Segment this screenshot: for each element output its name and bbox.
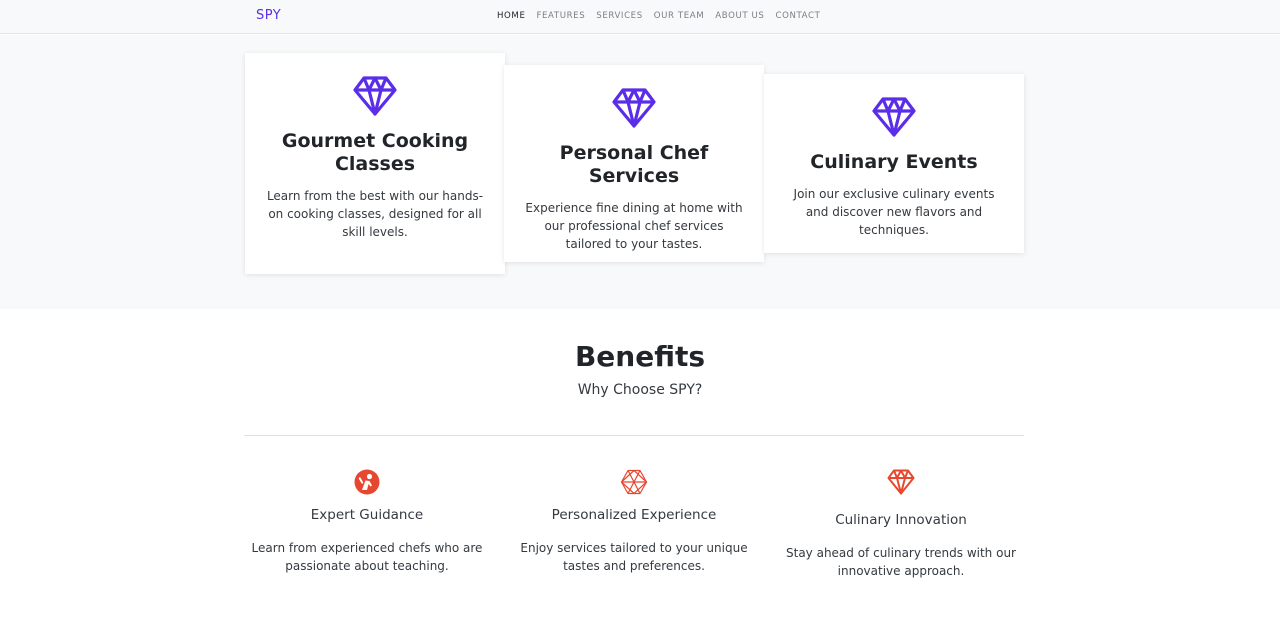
benefit-title: Culinary Innovation (835, 512, 967, 528)
diamond-icon (353, 76, 397, 116)
brand-logo[interactable]: SPY (256, 8, 281, 23)
service-description: Learn from the best with our hands-on co… (266, 189, 484, 239)
service-title: Culinary Events (810, 151, 978, 173)
service-description: Join our exclusive culinary events and d… (793, 187, 995, 237)
benefit-item: Culinary Innovation Stay ahead of culina… (771, 469, 1031, 580)
benefit-item: Expert Guidance Learn from experienced c… (237, 469, 497, 575)
divider (244, 435, 1024, 436)
diamond-icon (872, 97, 916, 137)
benefit-title: Expert Guidance (310, 507, 424, 523)
benefit-item: Personalized Experience Enjoy services t… (504, 469, 764, 575)
diamond-icon (887, 469, 915, 495)
nav-links: HOME FEATURES SERVICES OUR TEAM ABOUT US… (497, 11, 820, 21)
chef-icon (354, 469, 380, 495)
service-card: Culinary Events Join our exclusive culin… (764, 74, 1024, 253)
service-card: Personal Chef Services Experience fine d… (504, 65, 764, 262)
nav-link-home[interactable]: HOME (497, 11, 525, 21)
navbar: SPY HOME FEATURES SERVICES OUR TEAM ABOU… (0, 0, 1280, 34)
nav-link-contact[interactable]: CONTACT (776, 11, 821, 21)
nav-link-about-us[interactable]: ABOUT US (715, 11, 764, 21)
benefits-subtitle: Why Choose SPY? (577, 382, 703, 398)
geometric-icon (620, 469, 648, 495)
service-description: Experience fine dining at home with our … (525, 201, 743, 251)
diamond-icon (612, 88, 656, 128)
nav-link-services[interactable]: SERVICES (596, 11, 642, 21)
benefit-description: Stay ahead of culinary trends with our i… (786, 546, 1016, 578)
benefit-title: Personalized Experience (551, 507, 717, 523)
service-title: Personal Chef Services (559, 142, 709, 187)
service-card: Gourmet Cooking Classes Learn from the b… (245, 53, 505, 274)
nav-link-features[interactable]: FEATURES (536, 11, 585, 21)
nav-link-our-team[interactable]: OUR TEAM (654, 11, 705, 21)
benefit-description: Enjoy services tailored to your unique t… (520, 541, 748, 573)
benefits-title: Benefits (574, 340, 706, 373)
benefit-description: Learn from experienced chefs who are pas… (251, 541, 483, 573)
service-title: Gourmet Cooking Classes (281, 130, 469, 175)
